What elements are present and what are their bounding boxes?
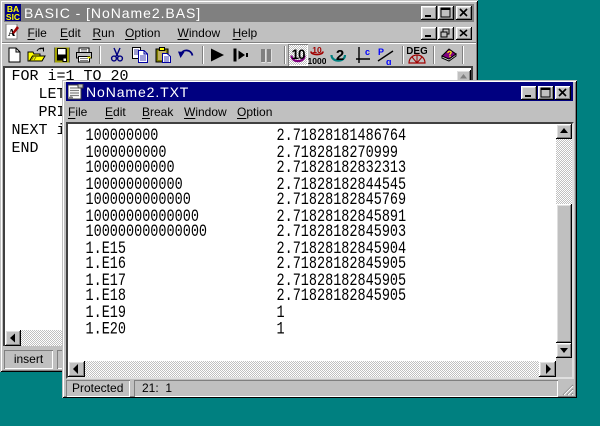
svg-text:?: ?: [446, 49, 453, 60]
svg-text:1000: 1000: [308, 56, 326, 65]
svg-text:c: c: [365, 47, 370, 57]
svg-text:2: 2: [336, 47, 344, 64]
svg-text:P: P: [378, 47, 384, 57]
svg-text:SIC: SIC: [6, 12, 20, 21]
svg-text:10: 10: [291, 47, 305, 62]
svg-text:q: q: [386, 57, 392, 65]
